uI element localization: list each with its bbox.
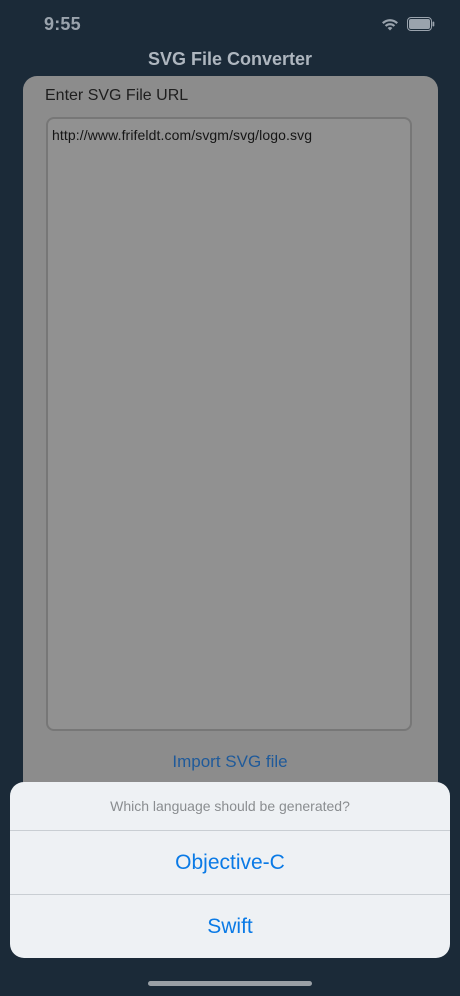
home-indicator[interactable] (148, 981, 312, 986)
status-time: 9:55 (44, 14, 81, 34)
import-svg-button[interactable]: Import SVG file (0, 752, 460, 772)
objective-c-option[interactable]: Objective-C (10, 831, 450, 894)
status-bar: 9:55 (0, 0, 460, 50)
page-title: SVG File Converter (147, 49, 313, 69)
action-sheet-message: Which language should be generated? (110, 798, 350, 814)
swift-option[interactable]: Swift (10, 895, 450, 958)
battery-icon (407, 17, 435, 31)
url-text-field[interactable]: http://www.frifeldt.com/svgm/svg/logo.sv… (46, 117, 412, 731)
url-field-label: Enter SVG File URL (45, 87, 189, 104)
language-action-sheet: Which language should be generated? Obje… (10, 782, 450, 958)
wifi-icon (382, 19, 398, 31)
app-screen: 9:55 SVG File Converter Enter SVG File U… (0, 0, 460, 996)
